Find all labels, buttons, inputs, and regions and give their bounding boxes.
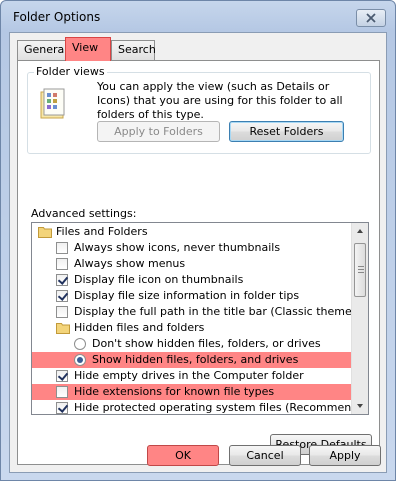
folder-view-icon (40, 88, 65, 119)
tab-view[interactable]: View (65, 37, 111, 61)
list-item[interactable]: Hide extensions for known file types (32, 384, 352, 400)
folder-options-window: Folder Options General View Search Folde… (0, 0, 396, 481)
apply-button[interactable]: Apply (309, 445, 381, 466)
list-item[interactable]: Display file icon on thumbnails (32, 272, 352, 288)
apply-to-folders-button[interactable]: Apply to Folders (97, 121, 220, 142)
view-tab-panel: Folder views You can apply the view (suc… (17, 60, 380, 465)
cancel-button[interactable]: Cancel (229, 445, 301, 466)
folder-views-group: Folder views You can apply the view (suc… (27, 65, 371, 154)
list-item[interactable]: Display file size information in folder … (32, 288, 352, 304)
list-item[interactable]: Hide empty drives in the Computer folder (32, 368, 352, 384)
list-item[interactable]: Hide protected operating system files (R… (32, 400, 368, 414)
folder-icon (56, 323, 70, 334)
list-item[interactable]: Don't show hidden files, folders, or dri… (32, 336, 352, 352)
list-item-label: Hide protected operating system files (R… (74, 401, 369, 414)
advanced-settings-list[interactable]: Files and Folders Always show icons, neve… (31, 222, 369, 415)
advanced-settings-label: Advanced settings: (31, 207, 137, 220)
list-item-label: Don't show hidden files, folders, or dri… (92, 337, 321, 350)
list-item[interactable]: Show hidden files, folders, and drives (32, 352, 352, 368)
list-item-label: Always show icons, never thumbnails (74, 241, 281, 254)
scroll-up-icon[interactable] (352, 223, 368, 239)
checkbox[interactable] (56, 402, 68, 414)
checkbox[interactable] (56, 290, 68, 302)
scrollbar-thumb[interactable] (354, 243, 366, 297)
checkbox[interactable] (56, 258, 68, 270)
reset-folders-button[interactable]: Reset Folders (229, 121, 344, 142)
list-item-label: Show hidden files, folders, and drives (92, 353, 299, 366)
list-item-label: Hide empty drives in the Computer folder (74, 369, 304, 382)
list-item-label: Display file size information in folder … (74, 289, 300, 302)
dialog-client: General View Search Folder views You can… (9, 32, 387, 473)
list-item-label: Files and Folders (56, 225, 148, 238)
window-title: Folder Options (13, 10, 101, 24)
close-button[interactable] (356, 9, 386, 27)
tab-general[interactable]: General (17, 40, 69, 60)
list-item-label: Always show menus (74, 257, 186, 270)
checkbox[interactable] (56, 306, 68, 318)
list-item[interactable]: Files and Folders (32, 224, 352, 240)
list-item[interactable]: Display the full path in the title bar (… (32, 304, 368, 320)
list-item[interactable]: Hidden files and folders (32, 320, 352, 336)
list-item[interactable]: Always show icons, never thumbnails (32, 240, 352, 256)
checkbox[interactable] (56, 386, 68, 398)
folder-views-description: You can apply the view (such as Details … (97, 80, 343, 121)
list-item[interactable]: Always show menus (32, 256, 352, 272)
close-icon (366, 13, 376, 23)
tab-search[interactable]: Search (111, 40, 156, 60)
checkbox[interactable] (56, 242, 68, 254)
list-item-label: Hide extensions for known file types (74, 385, 275, 398)
checkbox[interactable] (56, 370, 68, 382)
radio-button[interactable] (74, 338, 86, 350)
list-item-label: Display the full path in the title bar (… (74, 305, 369, 318)
ok-button[interactable]: OK (147, 445, 219, 466)
radio-button[interactable] (74, 354, 86, 366)
checkbox[interactable] (56, 274, 68, 286)
scroll-down-icon[interactable] (352, 398, 368, 414)
folder-views-legend: Folder views (34, 65, 107, 78)
vertical-scrollbar[interactable] (351, 223, 368, 414)
folder-icon (38, 227, 52, 238)
list-item-label: Display file icon on thumbnails (74, 273, 244, 286)
list-item-label: Hidden files and folders (74, 321, 205, 334)
